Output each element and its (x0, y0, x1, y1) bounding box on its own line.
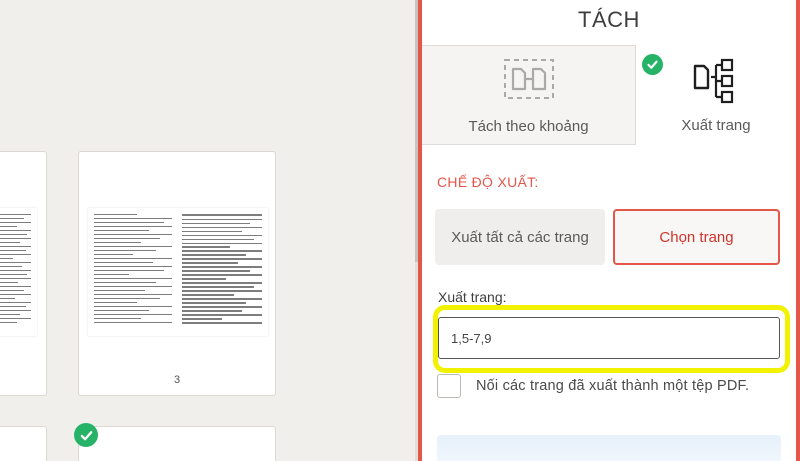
pages-range-input[interactable] (438, 317, 780, 359)
text-column (0, 214, 31, 326)
split-mode-tabs: Tách theo khoảng Xuất trang (422, 45, 796, 145)
split-panel: TÁCH Tách theo khoảng Xuất trang CHẾ ĐỘ … (418, 0, 800, 461)
select-pages-button[interactable]: Chọn trang (613, 209, 780, 265)
split-action-button[interactable] (437, 435, 781, 461)
check-icon (642, 54, 663, 75)
panel-title: TÁCH (578, 7, 640, 32)
tab-label: Tách theo khoảng (468, 118, 589, 135)
tab-split-range[interactable]: Tách theo khoảng (422, 45, 636, 145)
page-thumbnail[interactable] (0, 426, 47, 461)
page-thumbnail[interactable] (78, 426, 276, 461)
text-column-right (182, 214, 262, 326)
page-preview (88, 208, 268, 336)
page-thumbnail-3[interactable]: 3 (78, 151, 276, 396)
page-preview-area: 3 (0, 0, 418, 461)
extract-mode-label: CHẾ ĐỘ XUẤT: (437, 174, 539, 190)
merge-option[interactable]: Nối các trang đã xuất thành một tệp PDF. (437, 374, 749, 398)
text-column-left (94, 214, 172, 326)
merge-checkbox-label[interactable]: Nối các trang đã xuất thành một tệp PDF. (476, 378, 749, 394)
check-icon (74, 423, 98, 447)
extract-pages-icon (691, 58, 741, 111)
pages-field-label: Xuất trang: (438, 289, 507, 305)
page-preview (0, 208, 37, 336)
page-number: 3 (173, 374, 181, 386)
merge-checkbox[interactable] (437, 374, 461, 398)
tab-label: Xuất trang (681, 117, 751, 134)
page-thumbnail[interactable] (0, 151, 47, 396)
extract-all-pages-button[interactable]: Xuất tất cả các trang (435, 209, 605, 265)
split-range-icon (503, 59, 554, 104)
